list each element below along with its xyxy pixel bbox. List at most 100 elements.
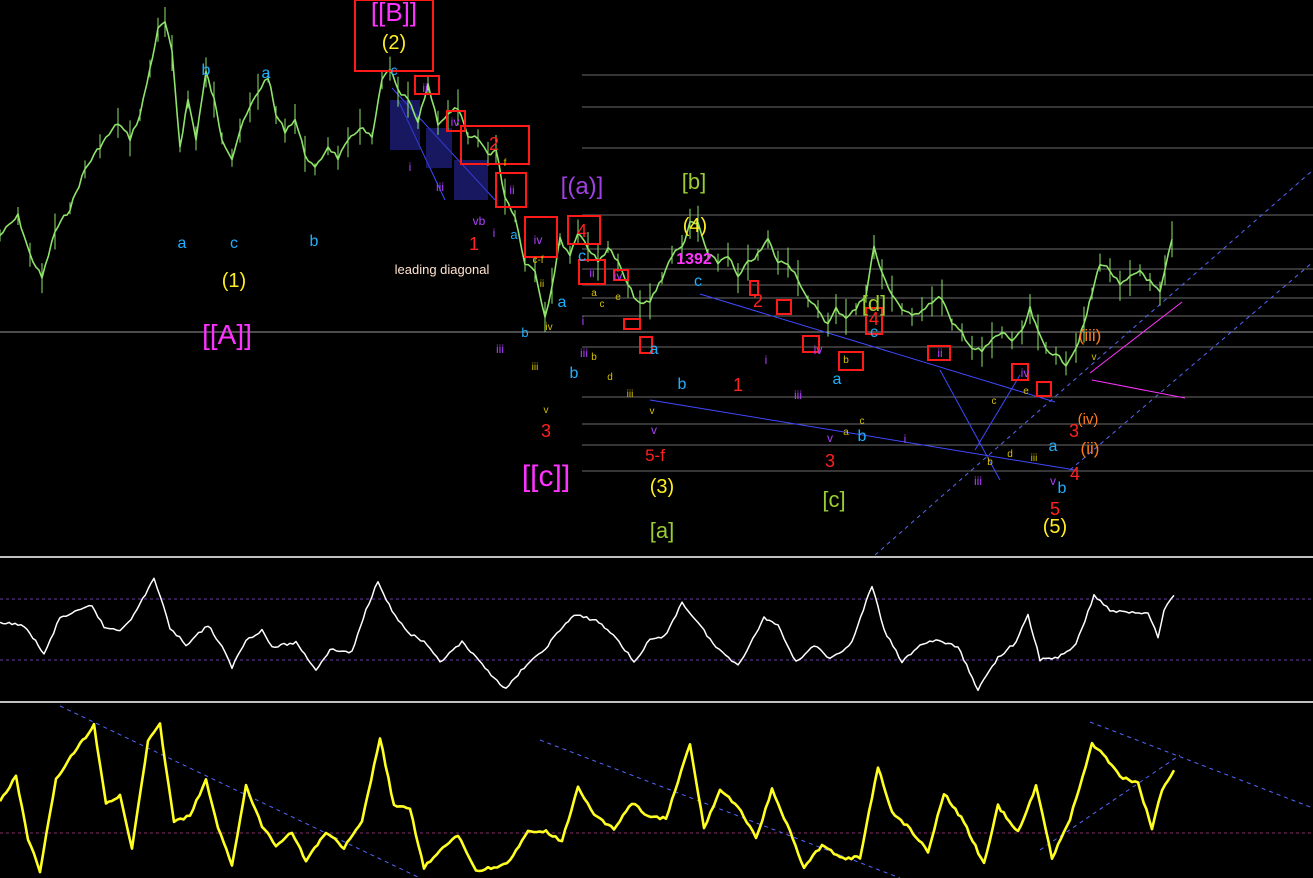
svg-text:4: 4 [577,221,587,241]
svg-text:v: v [1092,352,1097,363]
svg-text:b: b [678,376,687,393]
svg-text:iii: iii [974,474,982,488]
svg-text:4: 4 [1070,464,1080,484]
svg-text:a: a [262,65,271,82]
svg-text:c: c [694,273,702,290]
svg-text:ii: ii [422,81,427,95]
oscillator-1-series-line [0,577,1175,692]
svg-text:iv: iv [1021,366,1030,380]
svg-text:iv: iv [614,269,623,283]
svg-text:e: e [1023,386,1029,397]
svg-text:b: b [310,233,319,250]
svg-text:v: v [544,405,549,416]
svg-text:ii: ii [589,266,594,280]
svg-text:3: 3 [825,451,835,471]
label-B-primary: [[B]] [371,0,417,27]
svg-text:iv: iv [451,115,460,129]
svg-text:i: i [409,160,412,174]
label-leading-diagonal: leading diagonal [395,262,490,277]
svg-text:a: a [510,227,518,242]
oscillator-2-series-line [0,722,1176,874]
svg-text:b: b [858,428,867,445]
svg-text:iv: iv [814,343,823,357]
svg-text:c: c [391,62,398,78]
svg-text:c: c [860,416,865,427]
svg-text:iii: iii [627,389,634,400]
svg-text:ii: ii [937,346,942,360]
svg-text:b: b [570,365,579,382]
svg-text:iii: iii [580,346,588,360]
label-1392: 1392 [676,251,712,268]
svg-text:d: d [1007,449,1013,460]
label-b-square: [b] [682,169,706,194]
svg-text:c: c [230,235,238,252]
svg-text:a: a [833,371,842,388]
svg-text:v: v [827,431,833,445]
svg-text:vb: vb [473,214,486,228]
svg-text:b: b [521,325,528,340]
svg-text:iii: iii [496,342,504,356]
osc1-levels [0,598,1313,661]
svg-text:i: i [904,432,907,446]
svg-text:i: i [582,314,585,328]
label-iv-paren: (iv) [1078,411,1099,428]
svg-text:d: d [607,372,613,383]
svg-text:iv: iv [534,233,543,247]
label-iii-paren: (iii) [1079,326,1102,345]
svg-text:ii: ii [540,279,544,290]
svg-text:a: a [843,427,849,438]
label-4-intermediate: (4) [683,215,707,237]
svg-text:v: v [650,406,655,417]
pane-separators [0,556,1313,703]
label-1-intermediate: (1) [222,270,246,292]
svg-text:c: c [992,396,997,407]
elliott-wave-chart: [[A]] [[B]] [[c]] (1) (2) (3) (4) (5) [(… [0,0,1313,878]
svg-text:iii: iii [436,180,444,194]
label-a-paren: [(a)] [561,173,604,200]
oscillator-2-layer [0,722,1176,874]
label-c-square: [c] [822,487,845,512]
svg-text:i: i [765,353,768,367]
svg-text:b: b [843,355,849,366]
svg-text:i: i [493,226,496,240]
label-c-primary: [[c]] [522,460,570,493]
svg-text:ii: ii [509,183,514,197]
label-5-intermediate: (5) [1043,516,1067,538]
svg-text:e: e [615,292,621,303]
label-3-intermediate: (3) [650,476,674,498]
svg-text:1: 1 [733,375,743,395]
svg-text:a: a [178,235,187,252]
svg-text:v: v [651,423,657,437]
svg-text:c: c [578,248,586,265]
label-5f: 5-f [645,446,665,465]
svg-text:3: 3 [1069,421,1079,441]
svg-text:f: f [504,158,507,169]
svg-text:iii: iii [794,388,802,402]
svg-text:c: c [600,299,605,310]
svg-text:b: b [202,62,211,79]
svg-text:b: b [1058,480,1067,497]
svg-text:iii: iii [1031,453,1038,464]
svg-text:a: a [1049,438,1058,455]
svg-text:2: 2 [489,134,499,154]
wave-labels-major: [[A]] [[B]] [[c]] (1) (2) (3) (4) (5) [(… [202,0,1101,543]
label-A-primary: [[A]] [202,319,252,350]
svg-text:iii: iii [532,362,539,373]
svg-text:v: v [1050,474,1056,488]
svg-text:b: b [987,457,993,468]
wave-labels-subminor: c-f ii iv iii v a c e b d iii v b a c c … [504,158,1097,468]
svg-text:4: 4 [869,309,879,329]
svg-text:a: a [558,294,567,311]
svg-text:b: b [591,352,597,363]
oscillator-1-layer [0,577,1175,692]
label-ii-paren: (ii) [1081,439,1100,458]
svg-text:3: 3 [541,421,551,441]
svg-text:a: a [650,341,659,358]
svg-text:5: 5 [1050,499,1060,519]
label-a-square: [a] [650,518,674,543]
osc2-levels [0,705,1313,878]
svg-text:1: 1 [469,234,479,254]
svg-text:2: 2 [753,291,763,311]
svg-text:iv: iv [545,322,552,333]
svg-text:c-f: c-f [532,255,543,266]
